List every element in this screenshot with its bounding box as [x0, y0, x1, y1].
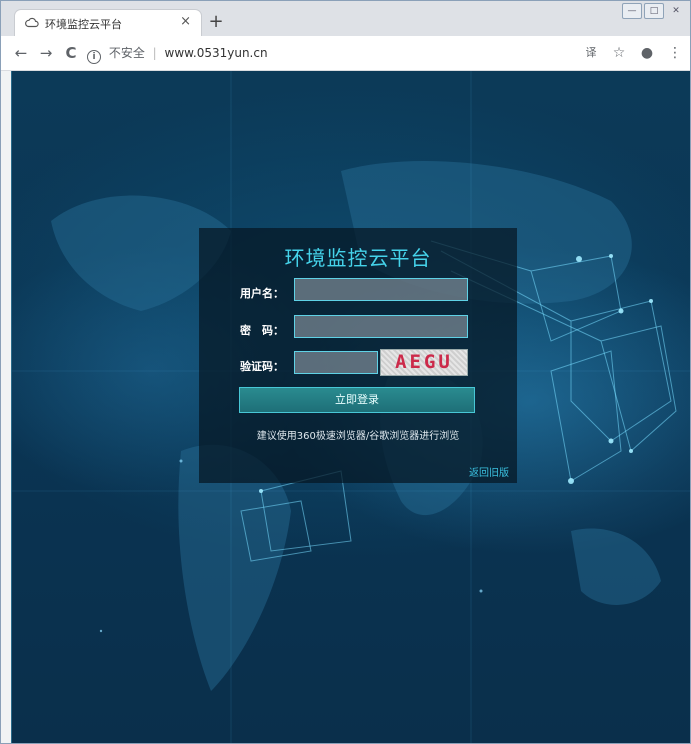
reload-icon[interactable]: C — [61, 43, 81, 63]
window-controls: — □ ✕ — [622, 3, 686, 19]
translate-icon[interactable]: 译 — [582, 43, 600, 63]
back-arrow-icon[interactable]: ← — [11, 43, 31, 63]
forward-arrow-icon[interactable]: → — [36, 43, 56, 63]
menu-icon[interactable]: ⋮ — [666, 43, 684, 63]
page-left-border — [11, 71, 12, 743]
tab-title: 环境监控云平台 — [45, 18, 122, 31]
browser-window: 环境监控云平台 × + — □ ✕ ← → C i 不安全 | www.0531… — [0, 0, 691, 744]
toolbar-actions: 译 ☆ ● ⋮ — [582, 43, 684, 63]
close-window-icon[interactable]: ✕ — [666, 3, 686, 19]
captcha-image[interactable]: AEGU — [380, 349, 468, 376]
tab-active[interactable]: 环境监控云平台 × — [15, 10, 201, 36]
username-label: 用户名： — [240, 287, 284, 300]
captcha-input[interactable] — [294, 351, 378, 374]
new-tab-button[interactable]: + — [206, 12, 226, 32]
address-bar[interactable]: i 不安全 | www.0531yun.cn — [87, 41, 587, 65]
captcha-label: 验证码： — [240, 360, 284, 373]
browser-toolbar: ← → C i 不安全 | www.0531yun.cn 译 ☆ ● ⋮ — [1, 36, 690, 71]
info-icon[interactable]: i — [87, 50, 101, 64]
url-text[interactable]: www.0531yun.cn — [165, 46, 268, 60]
url-separator: | — [152, 46, 157, 60]
account-icon[interactable]: ● — [638, 43, 656, 63]
security-label: 不安全 — [108, 46, 145, 60]
browser-tip: 建议使用360极速浏览器/谷歌浏览器进行浏览 — [256, 431, 460, 442]
tab-strip: 环境监控云平台 × + — □ ✕ — [1, 1, 690, 36]
back-to-old-version-link[interactable]: 返回旧版 — [469, 464, 509, 479]
cloud-icon — [25, 17, 39, 28]
tab-close-icon[interactable]: × — [180, 14, 191, 29]
login-panel: 环境监控云平台 用户名： 密 码： 验证码： AEGU 立即登录 建议使用360… — [199, 228, 517, 483]
login-title: 环境监控云平台 — [284, 246, 432, 270]
username-input[interactable] — [294, 278, 468, 301]
login-button[interactable]: 立即登录 — [239, 387, 475, 413]
star-icon[interactable]: ☆ — [610, 43, 628, 63]
maximize-icon[interactable]: □ — [644, 3, 664, 19]
page-background: 环境监控云平台 用户名： 密 码： 验证码： AEGU 立即登录 建议使用360… — [11, 71, 690, 743]
password-label: 密 码： — [240, 324, 284, 337]
minimize-icon[interactable]: — — [622, 3, 642, 19]
password-input[interactable] — [294, 315, 468, 338]
